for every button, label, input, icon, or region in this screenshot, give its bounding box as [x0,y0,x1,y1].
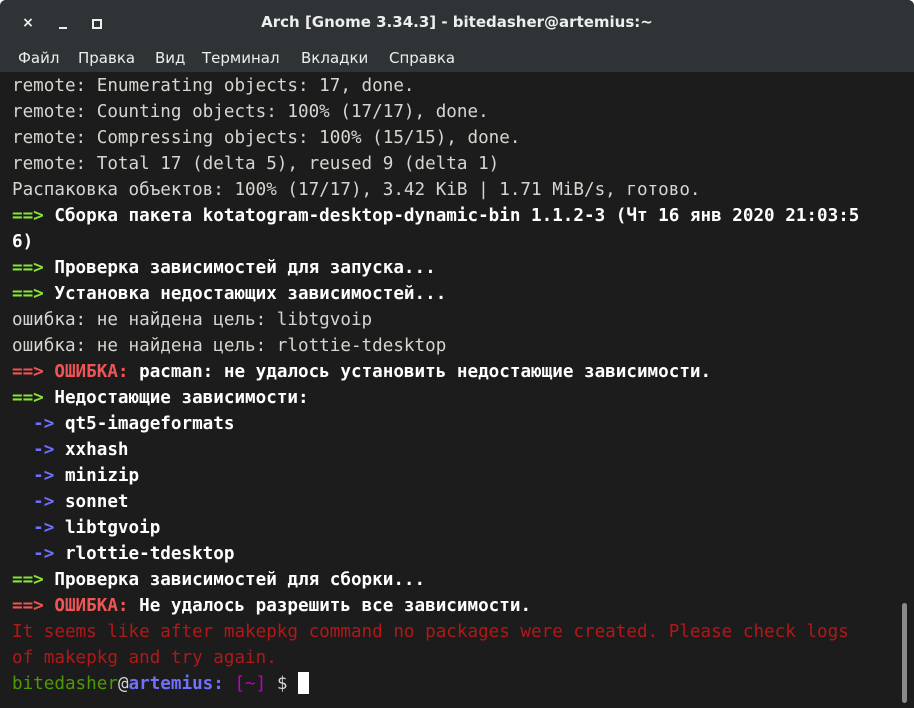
terminal-output[interactable]: remote: Enumerating objects: 17, done. r… [0,73,896,708]
menu-tabs[interactable]: Вкладки [301,45,368,72]
error-label: ОШИБКА: [43,362,129,382]
prompt-path: [~] [223,674,267,694]
terminal-line: remote: Enumerating objects: 17, done. [12,76,415,96]
menu-edit[interactable]: Правка [78,45,135,72]
terminal-line: ==> ОШИБКА: Не удалось разрешить все зав… [12,596,532,616]
sub-arrow-marker: -> [12,440,55,460]
terminal-line: -> sonnet [12,492,129,512]
arrow-marker: ==> [12,258,44,278]
prompt-host: artemius: [128,674,224,694]
arrow-marker: ==> [12,570,44,590]
terminal-line: ==> Проверка зависимостей для сборки... [12,570,426,590]
menu-bar: Файл Правка Вид Терминал Вкладки Справка [0,45,914,73]
terminal-line: 6) [12,232,34,252]
terminal-window: × Arch [Gnome 3.34.3] - bitedasher@artem… [0,0,914,708]
window-title: Arch [Gnome 3.34.3] - bitedasher@artemiu… [261,13,653,31]
arrow-marker: ==> [12,362,44,382]
terminal-line: of makepkg and try again. [12,648,277,668]
terminal-line: Распаковка объектов: 100% (17/17), 3.42 … [12,180,701,200]
title-bar[interactable]: × Arch [Gnome 3.34.3] - bitedasher@artem… [0,0,914,45]
terminal-line: ошибка: не найдена цель: rlottie-tdeskto… [12,336,447,356]
sub-arrow-marker: -> [12,492,55,512]
terminal-line: -> minizip [12,466,140,486]
scrollbar[interactable] [896,73,914,708]
terminal-line: -> qt5-imageformats [12,414,235,434]
terminal-line: ==> Недостающие зависимости: [12,388,309,408]
error-label: ОШИБКА: [43,596,129,616]
prompt-symbol: $ [266,674,288,694]
terminal-line: -> rlottie-tdesktop [12,544,235,564]
terminal-line: -> xxhash [12,440,129,460]
text-cursor [298,672,310,694]
arrow-marker: ==> [12,206,44,226]
menu-help[interactable]: Справка [389,45,455,72]
scrollbar-thumb[interactable] [902,603,907,703]
prompt-at: @ [117,674,129,694]
menu-file[interactable]: Файл [18,45,59,72]
sub-arrow-marker: -> [12,414,55,434]
terminal-line: ==> Проверка зависимостей для запуска... [12,258,436,278]
terminal-line: ==> ОШИБКА: pacman: не удалось установит… [12,362,712,382]
arrow-marker: ==> [12,388,44,408]
terminal-line: remote: Total 17 (delta 5), reused 9 (de… [12,154,500,174]
terminal-line: remote: Counting objects: 100% (17/17), … [12,102,489,122]
terminal-line: ==> Установка недостающих зависимостей..… [12,284,447,304]
terminal-line: It seems like after makepkg command no p… [12,622,849,642]
menu-view[interactable]: Вид [155,45,185,72]
terminal-line: remote: Compressing objects: 100% (15/15… [12,128,521,148]
sub-arrow-marker: -> [12,544,55,564]
sub-arrow-marker: -> [12,518,55,538]
sub-arrow-marker: -> [12,466,55,486]
terminal-line: ошибка: не найдена цель: libtgvoip [12,310,373,330]
arrow-marker: ==> [12,284,44,304]
arrow-marker: ==> [12,596,44,616]
shell-prompt[interactable]: bitedasher@artemius: [~] $ [12,671,310,697]
menu-terminal[interactable]: Терминал [202,45,280,72]
terminal-line: -> libtgvoip [12,518,161,538]
prompt-user: bitedasher [12,674,118,694]
terminal-line: ==> Сборка пакета kotatogram-desktop-dyn… [12,206,860,226]
